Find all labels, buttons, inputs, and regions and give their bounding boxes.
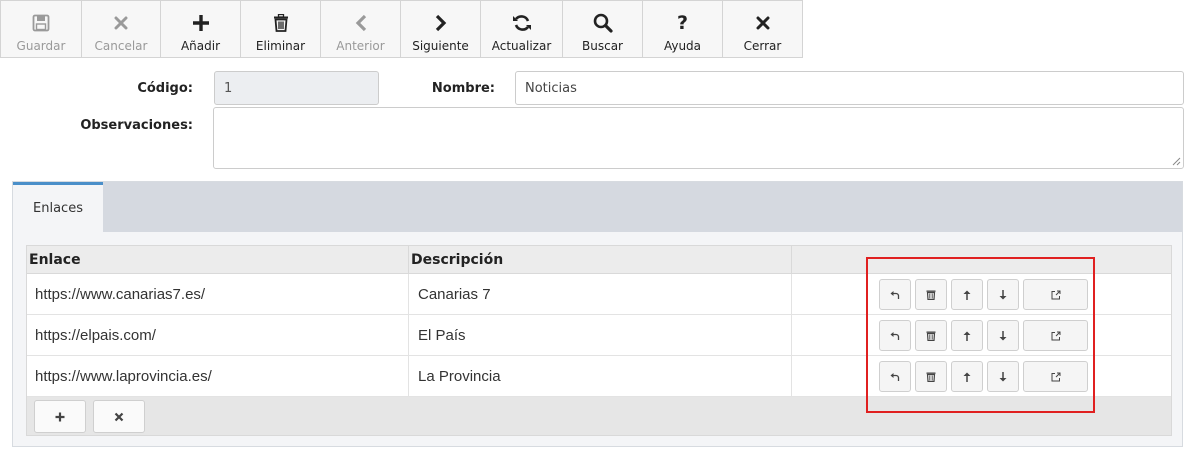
undo-button[interactable] bbox=[879, 279, 911, 310]
codigo-field[interactable]: 1 bbox=[214, 71, 379, 105]
table-row[interactable]: https://elpais.com/ El País bbox=[27, 315, 1171, 356]
trash-icon bbox=[926, 372, 936, 382]
previous-button[interactable]: Anterior bbox=[321, 1, 401, 57]
previous-label: Anterior bbox=[336, 39, 385, 53]
refresh-label: Actualizar bbox=[491, 39, 552, 53]
undo-icon bbox=[890, 331, 900, 340]
help-button[interactable]: ? Ayuda bbox=[643, 1, 723, 57]
external-link-icon bbox=[1051, 331, 1060, 340]
nombre-field[interactable]: Noticias bbox=[515, 71, 1184, 105]
arrow-down-icon bbox=[999, 371, 1007, 381]
external-link-icon bbox=[1051, 372, 1060, 381]
remove-row-button[interactable] bbox=[93, 400, 145, 433]
grid-header: Enlace Descripción bbox=[27, 246, 1171, 274]
cell-descripcion: La Provincia bbox=[409, 356, 792, 396]
plus-icon bbox=[192, 10, 210, 36]
resize-grip-icon[interactable] bbox=[1171, 156, 1181, 166]
observaciones-label: Observaciones: bbox=[80, 118, 193, 133]
arrow-down-icon bbox=[999, 330, 1007, 340]
cell-actions bbox=[792, 315, 1171, 355]
add-row-button[interactable] bbox=[34, 400, 86, 433]
save-label: Guardar bbox=[16, 39, 66, 53]
arrow-up-icon bbox=[963, 331, 971, 341]
cell-enlace: https://elpais.com/ bbox=[27, 315, 409, 355]
refresh-button[interactable]: Actualizar bbox=[481, 1, 563, 57]
refresh-icon bbox=[512, 10, 532, 36]
save-button[interactable]: Guardar bbox=[1, 1, 82, 57]
cell-descripcion: Canarias 7 bbox=[409, 274, 792, 314]
search-label: Buscar bbox=[582, 39, 623, 53]
cell-actions bbox=[792, 356, 1171, 396]
undo-icon bbox=[890, 372, 900, 381]
toolbar: Guardar Cancelar Añadir Eliminar Anterio… bbox=[0, 0, 803, 58]
tab-bar: Enlaces bbox=[13, 182, 1182, 232]
cell-actions bbox=[792, 274, 1171, 314]
chevron-left-icon bbox=[354, 10, 368, 36]
nombre-label: Nombre: bbox=[431, 81, 495, 96]
trash-icon bbox=[926, 331, 936, 341]
close-icon bbox=[755, 10, 771, 36]
cell-enlace: https://www.laprovincia.es/ bbox=[27, 356, 409, 396]
next-label: Siguiente bbox=[412, 39, 469, 53]
add-button[interactable]: Añadir bbox=[161, 1, 241, 57]
cell-descripcion: El País bbox=[409, 315, 792, 355]
tab-panel: Enlaces Enlace Descripción https://www.c… bbox=[12, 181, 1183, 447]
delete-row-button[interactable] bbox=[915, 279, 947, 310]
external-link-icon bbox=[1051, 290, 1060, 299]
grid-footer bbox=[27, 397, 1171, 435]
move-up-button[interactable] bbox=[951, 279, 983, 310]
cancel-button[interactable]: Cancelar bbox=[82, 1, 161, 57]
help-label: Ayuda bbox=[663, 39, 702, 53]
trash-icon bbox=[273, 10, 289, 36]
open-link-button[interactable] bbox=[1023, 361, 1088, 392]
search-button[interactable]: Buscar bbox=[563, 1, 643, 57]
delete-row-button[interactable] bbox=[915, 320, 947, 351]
header-enlace[interactable]: Enlace bbox=[27, 246, 409, 273]
codigo-label: Código: bbox=[137, 81, 193, 96]
undo-icon bbox=[890, 290, 900, 299]
add-label: Añadir bbox=[180, 39, 221, 53]
undo-button[interactable] bbox=[879, 320, 911, 351]
move-down-button[interactable] bbox=[987, 361, 1019, 392]
chevron-right-icon bbox=[434, 10, 448, 36]
search-icon bbox=[593, 10, 613, 36]
observaciones-textarea[interactable] bbox=[213, 107, 1184, 169]
arrow-up-icon bbox=[963, 372, 971, 382]
move-down-button[interactable] bbox=[987, 279, 1019, 310]
links-grid: Enlace Descripción https://www.canarias7… bbox=[26, 245, 1172, 436]
arrow-down-icon bbox=[999, 289, 1007, 299]
close-button[interactable]: Cerrar bbox=[723, 1, 802, 57]
move-up-button[interactable] bbox=[951, 361, 983, 392]
header-descripcion[interactable]: Descripción bbox=[409, 246, 792, 273]
close-icon bbox=[113, 10, 129, 36]
question-icon: ? bbox=[676, 12, 689, 34]
cell-enlace: https://www.canarias7.es/ bbox=[27, 274, 409, 314]
delete-label: Eliminar bbox=[255, 39, 306, 53]
open-link-button[interactable] bbox=[1023, 279, 1088, 310]
undo-button[interactable] bbox=[879, 361, 911, 392]
close-icon bbox=[114, 412, 124, 421]
plus-icon bbox=[55, 412, 65, 421]
table-row[interactable]: https://www.canarias7.es/ Canarias 7 bbox=[27, 274, 1171, 315]
delete-button[interactable]: Eliminar bbox=[241, 1, 321, 57]
save-icon bbox=[32, 10, 50, 36]
close-label: Cerrar bbox=[743, 39, 782, 53]
delete-row-button[interactable] bbox=[915, 361, 947, 392]
move-down-button[interactable] bbox=[987, 320, 1019, 351]
next-button[interactable]: Siguiente bbox=[401, 1, 481, 57]
header-actions bbox=[792, 246, 1171, 273]
move-up-button[interactable] bbox=[951, 320, 983, 351]
cancel-label: Cancelar bbox=[94, 39, 148, 53]
trash-icon bbox=[926, 290, 936, 300]
tab-enlaces[interactable]: Enlaces bbox=[13, 182, 103, 232]
open-link-button[interactable] bbox=[1023, 320, 1088, 351]
arrow-up-icon bbox=[963, 290, 971, 300]
table-row[interactable]: https://www.laprovincia.es/ La Provincia bbox=[27, 356, 1171, 397]
